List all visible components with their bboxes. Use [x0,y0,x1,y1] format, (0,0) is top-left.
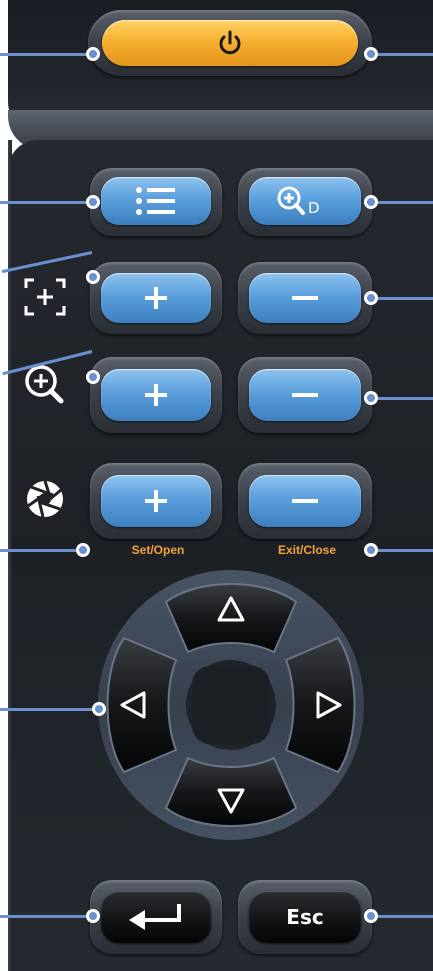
plus-icon [145,384,167,406]
exit-close-label: Exit/Close [277,543,337,557]
minus-icon [292,393,318,397]
callout-dot [364,47,378,61]
callout-dot [76,543,90,557]
dpad-up-key [164,583,298,654]
callout-line [372,297,433,300]
svg-text:D: D [308,199,320,217]
callout-line [0,708,100,711]
callout-line [372,915,433,918]
direction-pad [98,570,364,840]
set-open-label: Set/Open [131,543,185,557]
callout-dot [86,909,100,923]
callout-line [372,549,433,552]
enter-icon [129,904,181,930]
enter-button[interactable] [101,891,211,943]
dpad-center [192,666,270,744]
callout-dot [364,195,378,209]
dpad-left-key [106,636,178,774]
focus-minus-button[interactable] [249,273,361,323]
callout-line [0,53,92,56]
callout-dot [364,291,378,305]
callout-line [372,397,433,400]
minus-icon [292,499,318,503]
menu-button[interactable] [101,177,211,225]
device-edge [8,140,12,971]
focus-bracket-icon [24,278,66,316]
dpad-down-key [164,756,298,827]
callout-dot [92,702,106,716]
callout-dot [86,195,100,209]
zoom-minus-button[interactable] [249,369,361,421]
callout-dot [364,543,378,557]
callout-dot [364,909,378,923]
plus-icon [145,287,167,309]
iris-minus-button[interactable] [249,475,361,527]
iris-plus-button[interactable] [101,475,211,527]
callout-line [0,915,92,918]
callout-dot [86,47,100,61]
digital-zoom-icon: D [277,186,320,217]
callout-line [0,549,82,552]
power-icon [219,30,241,55]
menu-list-icon [136,187,175,215]
control-panel: D Set/Open Exit/Close Esc [0,0,433,971]
aperture-icon [27,480,63,518]
callout-line [372,53,433,56]
focus-plus-button[interactable] [101,273,211,323]
esc-label: Esc [286,905,324,929]
minus-icon [292,296,318,300]
plus-icon [145,490,167,512]
power-button[interactable] [102,20,358,66]
callout-dot [86,370,100,384]
callout-line [372,201,433,204]
zoom-plus-button[interactable] [101,369,211,421]
callout-dot [364,391,378,405]
esc-button[interactable]: Esc [249,891,361,943]
digital-zoom-button[interactable]: D [249,177,361,225]
callout-line [0,201,92,204]
dpad-right-key [284,636,356,774]
callout-dot [86,270,100,284]
